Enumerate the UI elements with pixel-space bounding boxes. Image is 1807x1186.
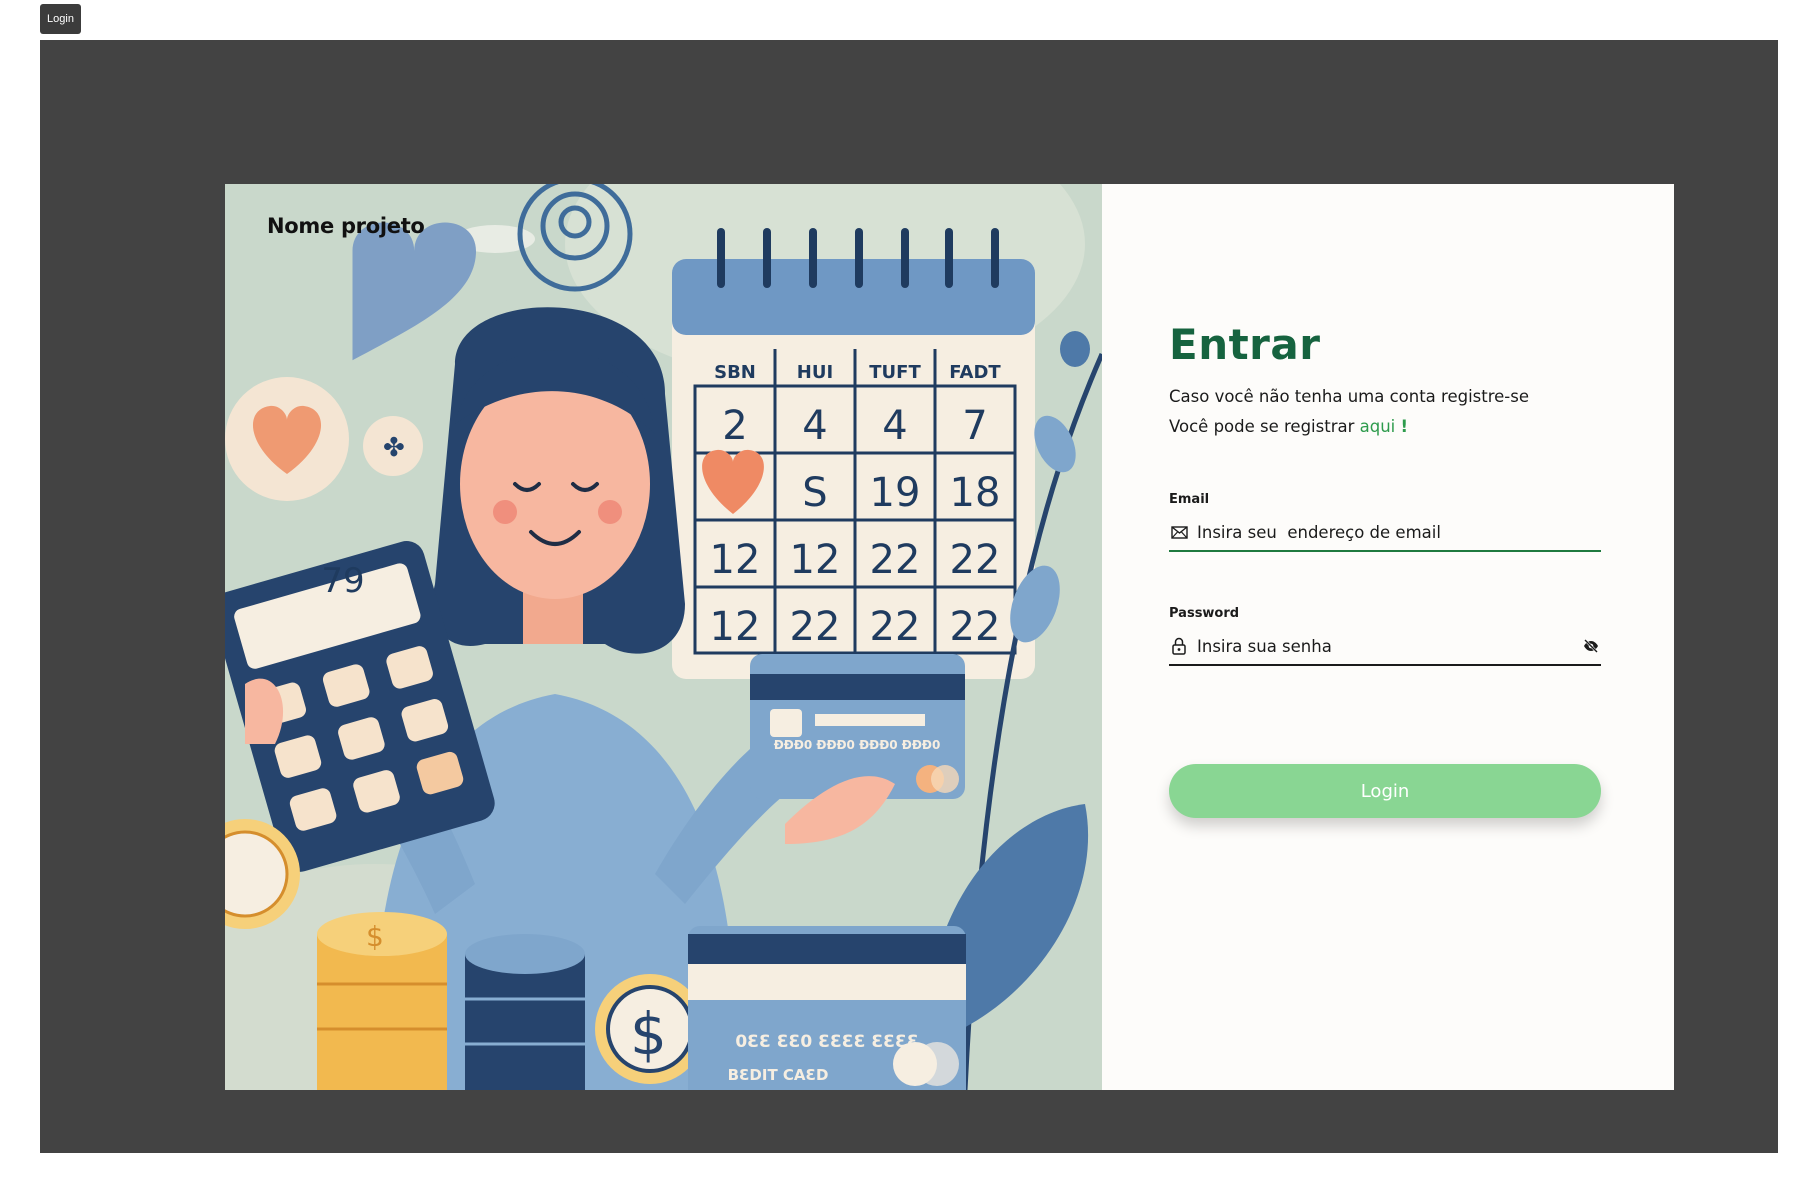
calendar-day: 22 [790, 604, 841, 650]
register-prefix: Você pode se registrar [1169, 417, 1355, 436]
register-link[interactable]: aqui [1360, 417, 1396, 436]
password-input[interactable] [1197, 636, 1581, 656]
big-card-label: BƐDIT CAƐD [728, 1066, 829, 1084]
calendar-day: 12 [790, 537, 841, 583]
small-card-number: ĐĐĐ0 ĐĐĐ0 ĐĐĐ0 ĐĐĐ0 [774, 738, 941, 752]
svg-text:$: $ [366, 920, 384, 953]
project-name: Nome projeto [267, 214, 425, 238]
svg-text:$: $ [630, 1000, 667, 1068]
password-label: Password [1169, 606, 1240, 621]
login-form-pane: Entrar Caso você não tenha uma conta reg… [1102, 184, 1674, 1090]
login-button[interactable]: Login [1169, 764, 1601, 818]
calendar-day: 12 [710, 537, 761, 583]
register-line: Você pode se registrar aqui ! [1169, 417, 1408, 436]
email-label: Email [1169, 492, 1210, 507]
calendar-day: 22 [950, 537, 1001, 583]
email-input[interactable] [1197, 522, 1601, 542]
calendar-header: HUI [797, 362, 833, 383]
mail-icon [1169, 522, 1189, 542]
page-title: Entrar [1169, 320, 1321, 369]
dark-frame: ✤ $ $ SBN HUI TUFT FADT 2 4 4 7 S 19 18 … [40, 40, 1778, 1153]
email-field-wrapper [1169, 514, 1601, 552]
calendar-header: SBN [714, 362, 756, 383]
calendar-day: 19 [870, 470, 921, 516]
calendar-day: 22 [870, 604, 921, 650]
calendar-day: 2 [722, 403, 747, 449]
calendar-day: 12 [710, 604, 761, 650]
calculator-display: 79 [321, 561, 364, 601]
eye-off-icon[interactable] [1581, 636, 1601, 656]
login-tab-label: Login [40, 4, 81, 34]
login-card: ✤ $ $ SBN HUI TUFT FADT 2 4 4 7 S 19 18 … [225, 184, 1674, 1090]
calendar-day: S [802, 470, 827, 516]
calendar-day: 18 [950, 470, 1001, 516]
big-card-number: 0ƐƐ ƐƐ0 ƐƐƐƐ ƐƐƐƐ [735, 1032, 918, 1052]
calendar-day: 4 [882, 403, 907, 449]
register-suffix: ! [1400, 417, 1409, 436]
calendar-header: TUFT [869, 362, 921, 383]
illustration-artwork: ✤ $ $ SBN HUI TUFT FADT2 4 4 7S 19 1812 … [225, 184, 1102, 1090]
calendar-day: 22 [870, 537, 921, 583]
calendar-day: 22 [950, 604, 1001, 650]
svg-text:✤: ✤ [383, 433, 405, 463]
password-field-wrapper [1169, 628, 1601, 666]
lock-icon [1169, 636, 1189, 656]
finance-illustration: ✤ $ $ SBN HUI TUFT FADT 2 4 4 7 S 19 18 … [225, 184, 1102, 1090]
calendar-day: 4 [802, 403, 827, 449]
calendar-day: 7 [962, 403, 987, 449]
register-hint: Caso você não tenha uma conta registre-s… [1169, 387, 1530, 406]
calendar-header: FADT [949, 362, 1001, 383]
